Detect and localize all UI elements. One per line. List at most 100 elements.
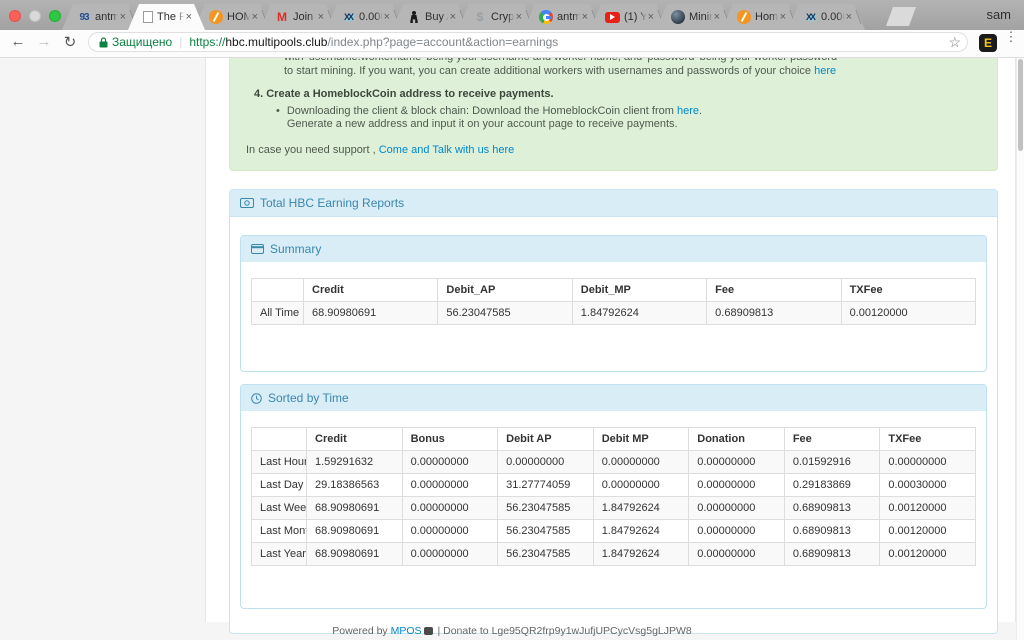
sorted-by-time-header: Sorted by Time: [241, 385, 986, 411]
cell: 0.00000000: [689, 474, 785, 497]
support-line: In case you need support , Come and Talk…: [244, 144, 983, 157]
back-button[interactable]: ←: [8, 33, 28, 50]
forward-button[interactable]: →: [34, 33, 54, 50]
cell: 29.18386563: [307, 474, 403, 497]
cell: 0.01592916: [784, 451, 880, 474]
column-header: Debit_AP: [438, 279, 572, 302]
tab-title: antmin: [95, 11, 119, 23]
omnibox-separator: |: [179, 35, 182, 49]
bookmark-star-icon[interactable]: ☆: [948, 34, 961, 51]
cell: 0.00000000: [593, 451, 689, 474]
donate-address: Lge95QR2frp9y1wJufjUPCycVsg5gLJPW8: [492, 625, 692, 637]
table-row: Last Year68.909806910.0000000056.2304758…: [252, 543, 976, 566]
browser-menu-icon[interactable]: ⋮: [1004, 33, 1018, 40]
sorted-by-time-title: Sorted by Time: [268, 391, 349, 405]
tab-close-icon[interactable]: ×: [252, 12, 258, 22]
cell: 0.68909813: [784, 520, 880, 543]
cell: 0.00000000: [402, 474, 498, 497]
tab[interactable]: HOMEI×: [194, 4, 271, 30]
tab-close-icon[interactable]: ×: [846, 12, 852, 22]
tab[interactable]: antmin×: [524, 4, 601, 30]
tab[interactable]: HomeB×: [722, 4, 799, 30]
card-icon: [251, 244, 264, 254]
tab-close-icon[interactable]: ×: [450, 12, 456, 22]
cell: 56.23047585: [498, 497, 594, 520]
summary-panel: Summary CreditDebit_APDebit_MPFeeTXFeeAl…: [240, 235, 987, 372]
cell: Last Year: [252, 543, 307, 566]
cell: 0.00000000: [689, 543, 785, 566]
column-header: Debit MP: [593, 428, 689, 451]
tab-close-icon[interactable]: ×: [186, 12, 192, 22]
tab[interactable]: 0.0000×: [326, 4, 403, 30]
cell: 1.84792624: [593, 520, 689, 543]
column-header: Debit AP: [498, 428, 594, 451]
column-header: [252, 279, 304, 302]
cell: 0.00120000: [841, 302, 975, 325]
page-favicon-icon: [143, 11, 153, 23]
dollar-favicon-icon: [473, 10, 487, 24]
youtube-favicon-icon: [605, 12, 620, 23]
workers-here-link[interactable]: here: [814, 65, 836, 77]
tab-close-icon[interactable]: ×: [120, 12, 126, 22]
profile-name: sam: [986, 7, 1011, 22]
tab[interactable]: Crypto×: [458, 4, 535, 30]
page-viewport: with 'username.workername' being your us…: [0, 58, 1024, 640]
cell: Last Day: [252, 474, 307, 497]
minimize-window-button[interactable]: [29, 10, 41, 22]
tab-close-icon[interactable]: ×: [318, 12, 324, 22]
summary-table: CreditDebit_APDebit_MPFeeTXFeeAll Time68…: [251, 278, 976, 325]
cell: 0.00000000: [689, 451, 785, 474]
clipped-text-line: with 'username.workername' being your us…: [244, 58, 983, 64]
getting-started-alert: with 'username.workername' being your us…: [229, 58, 998, 171]
cell: Last Week: [252, 497, 307, 520]
tab[interactable]: Mining×: [656, 4, 733, 30]
tab-close-icon[interactable]: ×: [648, 12, 654, 22]
tab-close-icon[interactable]: ×: [384, 12, 390, 22]
tab-strip: antmin×The Po×HOMEI×Join IC×0.0000×Buy A…: [62, 4, 854, 30]
tab[interactable]: 0.0000×: [788, 4, 865, 30]
extension-icon[interactable]: E: [979, 34, 997, 52]
column-header: Bonus: [402, 428, 498, 451]
tab-active[interactable]: The Po×: [128, 4, 205, 30]
address-bar[interactable]: Защищено | https://hbc.multipools.club/i…: [88, 32, 968, 52]
scrollbar-thumb[interactable]: [1018, 59, 1023, 151]
tab[interactable]: Buy AS×: [392, 4, 469, 30]
tab-title: HOMEI: [227, 11, 251, 23]
globe-favicon-icon: [671, 10, 685, 24]
table-row: Last Month68.909806910.0000000056.230475…: [252, 520, 976, 543]
tab[interactable]: (1) You×: [590, 4, 667, 30]
step-4-title: 4. Create a HomeblockCoin address to rec…: [244, 88, 983, 101]
new-tab-button[interactable]: [886, 7, 916, 26]
cell: 0.00000000: [402, 543, 498, 566]
mpos-link[interactable]: MPOS: [391, 625, 422, 637]
table-row: Last Week68.909806910.0000000056.2304758…: [252, 497, 976, 520]
mpos-icon: [424, 627, 433, 635]
tab-close-icon[interactable]: ×: [516, 12, 522, 22]
tab-close-icon[interactable]: ×: [582, 12, 588, 22]
tab-close-icon[interactable]: ×: [780, 12, 786, 22]
support-link[interactable]: Come and Talk with us here: [379, 144, 515, 156]
vertical-scrollbar[interactable]: [1016, 58, 1024, 640]
page-footer: Powered by MPOS | Donate to Lge95QR2frp9…: [0, 625, 1024, 637]
tab[interactable]: antmin×: [62, 4, 139, 30]
cell: 56.23047585: [438, 302, 572, 325]
tab-title: 0.0000: [359, 11, 383, 23]
table-row: All Time68.9098069156.230475851.84792624…: [252, 302, 976, 325]
url-scheme: https://: [189, 35, 225, 49]
cell: 0.00000000: [880, 451, 976, 474]
cell: 0.00120000: [880, 543, 976, 566]
cell: 0.68909813: [784, 543, 880, 566]
cell: 0.00000000: [402, 497, 498, 520]
cell: All Time: [252, 302, 304, 325]
reload-button[interactable]: ↻: [60, 33, 80, 51]
tab-title: Crypto: [491, 11, 515, 23]
tab[interactable]: Join IC×: [260, 4, 337, 30]
client-here-link[interactable]: here: [677, 105, 699, 117]
tab-close-icon[interactable]: ×: [714, 12, 720, 22]
tab-title: antmin: [557, 11, 581, 23]
fullscreen-window-button[interactable]: [49, 10, 61, 22]
security-indicator[interactable]: Защищено: [99, 35, 172, 49]
cell: 0.00000000: [402, 451, 498, 474]
close-window-button[interactable]: [9, 10, 21, 22]
summary-header: Summary: [241, 236, 986, 262]
